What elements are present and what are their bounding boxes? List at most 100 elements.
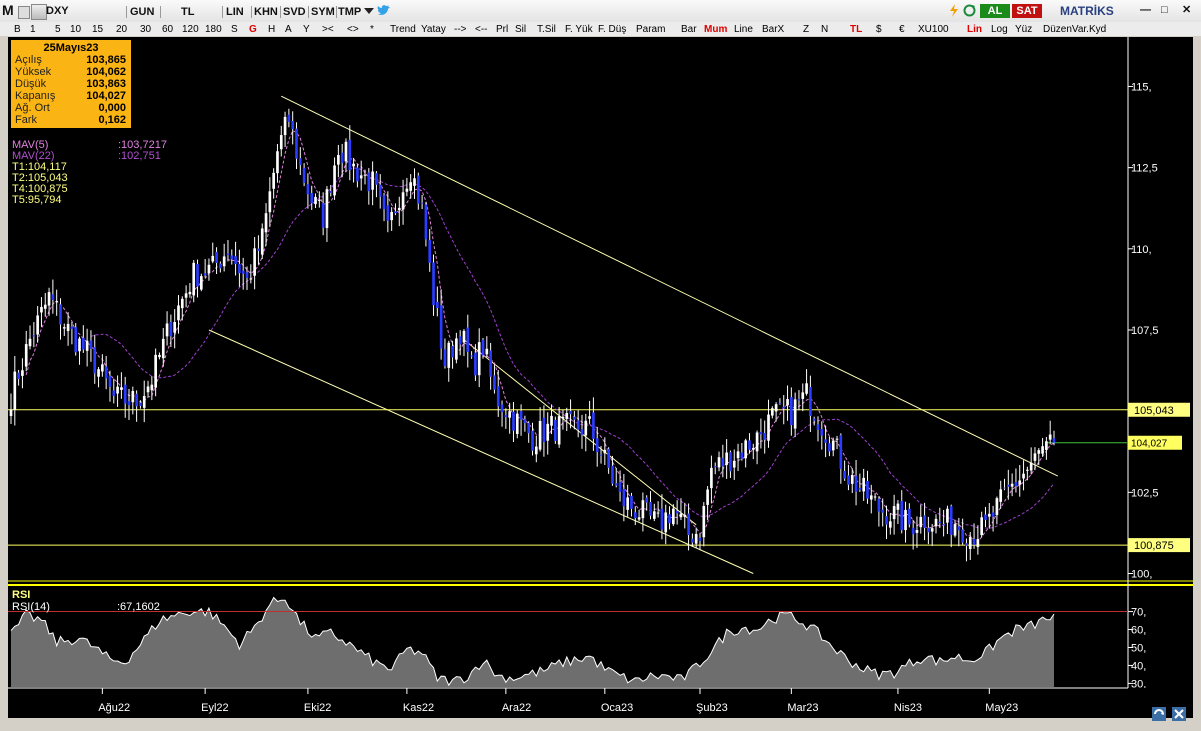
toolbar-button-23[interactable]: Sil — [515, 23, 526, 36]
refresh-chart-icon[interactable] — [963, 4, 976, 17]
toolbar-button-13[interactable]: A — [285, 23, 292, 36]
candle-body — [317, 199, 321, 201]
toolbar-button-1[interactable]: 1 — [30, 23, 36, 36]
toolbar-button-28[interactable]: Bar — [681, 23, 697, 36]
toolbar-button-37[interactable]: XU100 — [918, 23, 949, 36]
toolbar-button-16[interactable]: <> — [347, 23, 359, 36]
symbol-picker-icon[interactable] — [18, 6, 30, 19]
candle-body — [850, 475, 854, 484]
dropdown-arrow-icon[interactable] — [364, 8, 374, 14]
toolbar-button-14[interactable]: Y — [303, 23, 310, 36]
toolbar-button-35[interactable]: $ — [876, 23, 882, 36]
toolbar-button-11[interactable]: G — [249, 23, 257, 36]
candle-body — [135, 393, 138, 407]
candle-body — [953, 524, 957, 536]
candle-body — [462, 330, 466, 343]
toolbar-button-24[interactable]: T.Sil — [537, 23, 556, 36]
buy-button[interactable]: AL — [980, 4, 1010, 18]
candle-body — [835, 438, 839, 440]
currency-button[interactable]: TL — [181, 5, 194, 19]
toolbar-button-26[interactable]: F. Düş — [598, 23, 626, 36]
candle-body — [390, 211, 393, 221]
sell-button[interactable]: SAT — [1012, 4, 1042, 18]
toolbar-button-41[interactable]: DüzenVar.Kyd — [1043, 23, 1106, 36]
sym-button[interactable]: SYM — [311, 5, 335, 19]
toolbar-button-40[interactable]: Yüz — [1015, 23, 1032, 36]
candle-body — [142, 395, 146, 408]
candle-body — [888, 521, 892, 528]
x-tick-label: Nis23 — [894, 702, 922, 714]
ohlc-value-high: 104,062 — [86, 66, 126, 78]
rsi-tick-label: 40, — [1131, 660, 1146, 672]
candle-body — [770, 408, 774, 416]
toolbar-button-33[interactable]: N — [821, 23, 828, 36]
candle-body — [485, 348, 489, 355]
scale-button[interactable]: LIN — [226, 5, 244, 19]
candle-body — [363, 174, 367, 176]
toolbar-button-6[interactable]: 30 — [140, 23, 151, 36]
candle-body — [584, 420, 588, 436]
candle-body — [146, 386, 150, 393]
candle-body — [333, 165, 336, 196]
khn-button[interactable]: KHN — [254, 5, 278, 19]
toolbar-button-3[interactable]: 10 — [70, 23, 81, 36]
toolbar-button-32[interactable]: Z — [803, 23, 809, 36]
candle-body — [188, 291, 192, 295]
symbol-icon[interactable] — [31, 4, 47, 20]
close-button[interactable]: ✕ — [1182, 3, 1191, 17]
toolbar-button-18[interactable]: Trend — [390, 23, 416, 36]
toolbar-button-19[interactable]: Yatay — [421, 23, 446, 36]
toolbar-button-31[interactable]: BarX — [762, 23, 784, 36]
toolbar-button-5[interactable]: 20 — [116, 23, 127, 36]
maximize-button[interactable]: □ — [1161, 3, 1168, 17]
toolbar-button-8[interactable]: 120 — [182, 23, 199, 36]
candle-body — [17, 372, 20, 380]
toolbar-button-7[interactable]: 60 — [162, 23, 173, 36]
price-chart[interactable]: 105,043 100,875 104,027 115, 112,5 110, 107,5… — [8, 37, 1193, 719]
toolbar-button-0[interactable]: B — [14, 23, 21, 36]
candle-body — [184, 293, 188, 298]
toolbar-button-27[interactable]: Param — [636, 23, 665, 36]
candle-body — [531, 430, 534, 451]
toolbar-button-25[interactable]: F. Yük — [565, 23, 593, 36]
twitter-icon[interactable] — [377, 4, 391, 17]
period-button[interactable]: GUN — [130, 5, 154, 19]
toolbar-button-20[interactable]: --> — [454, 23, 467, 36]
tmp-button[interactable]: TMP — [338, 5, 361, 19]
toolbar-button-10[interactable]: S — [231, 23, 238, 36]
candle-body — [500, 404, 504, 413]
toolbar-button-39[interactable]: Log — [991, 23, 1008, 36]
toolbar-button-15[interactable]: >< — [322, 23, 334, 36]
toolbar-button-38[interactable]: Lin — [967, 23, 982, 36]
symbol-name[interactable]: DXY — [46, 4, 69, 18]
candle-body — [325, 189, 329, 229]
minimize-button[interactable]: — — [1140, 3, 1151, 17]
app-logo: MATRİKS — [1060, 4, 1114, 18]
candle-body — [375, 173, 378, 185]
toolbar-button-17[interactable]: * — [370, 23, 374, 36]
refresh-icon[interactable] — [1152, 706, 1166, 721]
toolbar-button-36[interactable]: € — [899, 23, 905, 36]
x-tick-label: Eki22 — [304, 702, 332, 714]
toolbar-button-2[interactable]: 5 — [55, 23, 61, 36]
candle-body — [337, 155, 340, 165]
candle-body — [641, 500, 645, 519]
toolbar-button-22[interactable]: Prl — [496, 23, 508, 36]
toolbar-button-4[interactable]: 15 — [92, 23, 103, 36]
toolbar-button-12[interactable]: H — [268, 23, 275, 36]
candle-body — [801, 392, 805, 399]
toolbar-button-29[interactable]: Mum — [704, 23, 727, 36]
candle-body — [965, 543, 968, 546]
toolbar-button-34[interactable]: TL — [850, 23, 862, 36]
candle-body — [192, 262, 196, 296]
toolbar-button-9[interactable]: 180 — [205, 23, 222, 36]
candle-body — [515, 413, 519, 434]
candle-body — [24, 344, 28, 367]
flash-icon[interactable] — [948, 4, 960, 17]
candle-body — [257, 248, 260, 251]
svd-button[interactable]: SVD — [283, 5, 306, 19]
network-icon[interactable] — [1172, 706, 1186, 721]
candle-body — [291, 121, 295, 130]
toolbar-button-30[interactable]: Line — [734, 23, 753, 36]
toolbar-button-21[interactable]: <-- — [475, 23, 488, 36]
